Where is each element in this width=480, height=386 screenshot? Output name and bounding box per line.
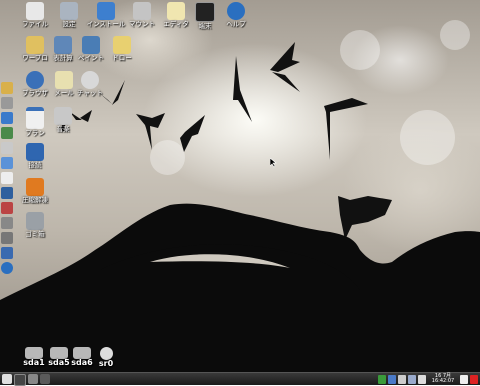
- desktop-icon-music[interactable]: 音楽: [43, 107, 83, 133]
- desktop-background: ファイル 設定 インストール マウント エディタ 端末 ヘルプ ワープロ 表計算…: [0, 0, 480, 384]
- help-icon: [227, 2, 245, 20]
- paint-icon: [82, 36, 100, 54]
- monitor-icon[interactable]: [1, 247, 13, 259]
- home-folder-icon: [26, 2, 44, 20]
- desktop-drive-sr0[interactable]: sr0: [86, 347, 126, 368]
- settings-tools-icon: [60, 2, 78, 20]
- silhouette-arm: [100, 244, 360, 384]
- wordprocessor-icon: [26, 36, 44, 54]
- network-icon: [26, 143, 44, 161]
- terminal-icon: [195, 2, 215, 22]
- desktop-icon-install[interactable]: インストール: [86, 2, 126, 28]
- desktop-icon-settings[interactable]: 設定: [49, 2, 89, 28]
- camera-icon[interactable]: [28, 374, 38, 384]
- desktop-icon-trash[interactable]: ゴミ箱: [15, 212, 55, 238]
- browser-icon[interactable]: [1, 112, 13, 124]
- globe-icon[interactable]: [1, 157, 13, 169]
- install-icon: [97, 2, 115, 20]
- start-menu-button[interactable]: [2, 374, 12, 384]
- desktop-icon-connect[interactable]: 接続: [15, 143, 55, 169]
- desktop-icon-draw[interactable]: ドロー: [102, 36, 142, 62]
- launcher-icon[interactable]: [1, 82, 13, 94]
- mount-icon: [133, 2, 151, 20]
- volume-tray-icon[interactable]: [408, 374, 416, 384]
- chat-icon: [81, 71, 99, 89]
- calendar-icon[interactable]: [1, 172, 13, 184]
- printer-icon[interactable]: [1, 142, 13, 154]
- network-tray-icon[interactable]: [378, 374, 386, 384]
- butterfly: [180, 115, 205, 152]
- desktop-tray-icon[interactable]: [460, 374, 468, 384]
- info-icon[interactable]: [1, 262, 13, 274]
- network-icon[interactable]: [1, 127, 13, 139]
- spreadsheet-icon: [54, 36, 72, 54]
- mouse-cursor-icon: [270, 158, 277, 168]
- desktop-icon-archive[interactable]: 圧縮解凍: [15, 178, 55, 204]
- clipboard-tray-icon[interactable]: [398, 374, 406, 384]
- power-tray-icon[interactable]: [470, 374, 478, 384]
- window-list-icon[interactable]: [40, 374, 50, 384]
- desktop-switch-icon[interactable]: [14, 374, 26, 386]
- desktop-icon-help[interactable]: ヘルプ: [216, 2, 256, 28]
- draw-icon: [113, 36, 131, 54]
- butterfly: [233, 56, 252, 122]
- drive-icon[interactable]: [1, 97, 13, 109]
- clock-time: 16:42:07: [431, 378, 455, 384]
- tools-icon[interactable]: [1, 217, 13, 229]
- package-icon[interactable]: [1, 202, 13, 214]
- clock[interactable]: 16 7月 16:42:07: [428, 374, 458, 384]
- calendar-icon: [26, 107, 44, 129]
- butterfly: [338, 196, 392, 240]
- left-dock: [0, 82, 14, 277]
- archive-icon: [26, 178, 44, 196]
- butterfly: [324, 98, 368, 160]
- display-icon[interactable]: [1, 187, 13, 199]
- bluetooth-tray-icon[interactable]: [388, 374, 396, 384]
- butterfly: [270, 42, 300, 92]
- trash-icon: [26, 212, 44, 230]
- keyboard-tray-icon[interactable]: [418, 374, 426, 384]
- desktop-icon-chat[interactable]: チャット: [70, 71, 110, 97]
- trash-icon[interactable]: [1, 232, 13, 244]
- music-icon: [54, 107, 72, 125]
- taskbar: 16 7月 16:42:07: [0, 372, 480, 386]
- editor-icon: [167, 2, 185, 20]
- browser-icon: [26, 71, 44, 89]
- butterfly: [136, 113, 165, 150]
